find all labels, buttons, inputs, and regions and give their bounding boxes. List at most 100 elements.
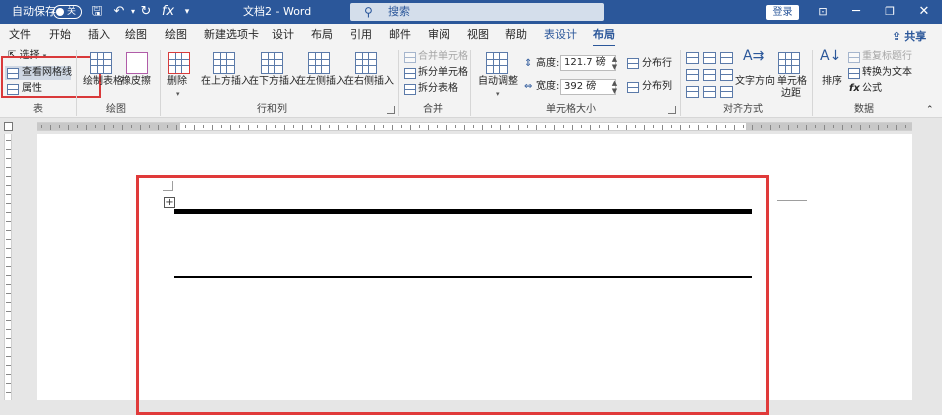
ruler-tick: [6, 347, 11, 348]
margin-corner-top-right: [777, 200, 807, 210]
width-input[interactable]: 392 磅: [560, 79, 616, 95]
align-top-center-icon[interactable]: [703, 52, 716, 64]
tab-draw-2[interactable]: 绘图: [165, 28, 187, 42]
height-icon: ⇕: [524, 58, 533, 69]
split-cells-button[interactable]: 拆分单元格: [418, 67, 468, 79]
ruler-tick: [446, 125, 447, 130]
tab-file[interactable]: 文件: [9, 28, 31, 42]
ruler-tick: [545, 125, 546, 128]
align-top-left-icon[interactable]: [686, 52, 699, 64]
properties-button[interactable]: 属性: [22, 83, 42, 95]
horizontal-ruler[interactable]: [0, 119, 942, 134]
share-button[interactable]: ⇪ 共享: [892, 28, 926, 44]
distribute-columns-button[interactable]: 分布列: [642, 81, 672, 93]
search-box[interactable]: ⚲ 搜索: [350, 3, 604, 21]
separator: [470, 50, 471, 116]
align-top-right-icon[interactable]: [720, 52, 733, 64]
tab-mailings[interactable]: 邮件: [389, 28, 411, 42]
distribute-rows-button[interactable]: 分布行: [642, 58, 672, 70]
ruler-tick: [752, 125, 753, 130]
cursor-icon: ⇱: [8, 50, 17, 61]
align-bottom-right-icon[interactable]: [720, 86, 733, 98]
ruler-tick: [833, 125, 834, 128]
eraser-button[interactable]: 橡皮擦: [121, 76, 151, 88]
cell-margins-button-line1[interactable]: 单元格: [777, 76, 807, 88]
ruler-tick: [113, 125, 114, 128]
text-direction-button[interactable]: 文字方向: [735, 76, 775, 88]
align-bottom-left-icon[interactable]: [686, 86, 699, 98]
ribbon-display-icon[interactable]: ⊡: [815, 4, 831, 20]
height-spinner[interactable]: ▲ ▼: [610, 55, 619, 71]
vertical-ruler[interactable]: [0, 134, 15, 400]
select-button[interactable]: ⇱ 选择 ▾: [8, 50, 46, 62]
tab-references[interactable]: 引用: [350, 28, 372, 42]
merge-cells-button[interactable]: 合并单元格: [418, 51, 468, 63]
insert-left-button[interactable]: 在左侧插入: [296, 76, 346, 88]
ruler-tick: [167, 125, 168, 128]
ruler-tick: [842, 125, 843, 130]
minimize-icon[interactable]: ─: [848, 4, 864, 20]
tab-insert[interactable]: 插入: [88, 28, 110, 42]
insert-above-button[interactable]: 在上方插入: [201, 76, 251, 88]
autofit-button[interactable]: 自动调整: [478, 76, 518, 88]
tab-layout[interactable]: 布局: [311, 28, 333, 42]
tab-review[interactable]: 审阅: [428, 28, 450, 42]
collapse-ribbon-icon[interactable]: ⌃: [926, 104, 934, 116]
tab-design[interactable]: 设计: [272, 28, 294, 42]
ruler-tick: [122, 125, 123, 130]
customize-qat-icon[interactable]: ▾: [179, 4, 195, 20]
width-spinner[interactable]: ▲ ▼: [610, 79, 619, 95]
height-label: 高度:: [536, 58, 560, 69]
autofit-dropdown-icon[interactable]: ▾: [496, 88, 500, 100]
tab-home[interactable]: 开始: [49, 28, 71, 42]
height-input[interactable]: 121.7 磅: [560, 55, 616, 71]
ruler-tick: [194, 125, 195, 130]
ruler-tick: [6, 176, 11, 177]
title-bar: 自动保存 关 🖫 ↶ ▾ ↻ fx ▾ 文档2 - Word ⚲ 搜索 登录 ⊡…: [0, 0, 942, 24]
ruler-tick: [851, 125, 852, 128]
split-cells-icon: [404, 68, 416, 79]
restore-icon[interactable]: ❐: [882, 4, 898, 20]
tab-table-layout[interactable]: 布局: [593, 28, 615, 47]
draw-table-button[interactable]: 绘制表格: [83, 76, 123, 88]
table-move-handle-icon[interactable]: +: [164, 197, 175, 208]
group-label-data: 数据: [854, 104, 874, 115]
align-middle-right-icon[interactable]: [720, 69, 733, 81]
formula-button[interactable]: 公式: [862, 83, 882, 95]
ruler-tick: [779, 125, 780, 128]
group-label-rows-columns: 行和列: [257, 104, 287, 115]
autosave-toggle[interactable]: 关: [53, 5, 82, 19]
align-center-icon[interactable]: [703, 69, 716, 81]
redo-icon[interactable]: ↻: [138, 4, 154, 20]
tab-view[interactable]: 视图: [467, 28, 489, 42]
formula-quick-icon[interactable]: fx: [160, 4, 176, 20]
close-icon[interactable]: ✕: [916, 4, 932, 20]
sort-button[interactable]: 排序: [822, 76, 842, 88]
insert-below-button[interactable]: 在下方插入: [249, 76, 299, 88]
convert-to-text-button[interactable]: 转换为文本: [862, 67, 912, 79]
ruler-tick: [6, 212, 11, 213]
ribbon-layout-panel: ⇱ 选择 ▾ 查看网格线 属性 表 绘制表格 橡皮擦 绘图 删除 ▾ 在上方插入…: [0, 46, 942, 118]
cell-margins-button-line2[interactable]: 边距: [781, 88, 801, 100]
tab-stop-selector-icon[interactable]: [4, 122, 13, 131]
align-bottom-center-icon[interactable]: [703, 86, 716, 98]
save-icon[interactable]: 🖫: [89, 4, 105, 20]
login-button[interactable]: 登录: [766, 5, 799, 20]
cell-size-launcher-icon[interactable]: [668, 106, 676, 114]
table-top-border[interactable]: [174, 209, 752, 214]
document-page[interactable]: +: [37, 134, 912, 415]
repeat-header-button[interactable]: 重复标题行: [862, 51, 912, 63]
tab-new-tab[interactable]: 新建选项卡: [204, 28, 259, 42]
delete-button[interactable]: 删除: [167, 76, 187, 88]
delete-dropdown-icon[interactable]: ▾: [176, 88, 180, 100]
insert-right-button[interactable]: 在右侧插入: [344, 76, 394, 88]
tab-table-design[interactable]: 表设计: [544, 28, 577, 42]
view-gridlines-button[interactable]: 查看网格线: [22, 67, 72, 79]
align-middle-left-icon[interactable]: [686, 69, 699, 81]
table-row-border[interactable]: [174, 276, 752, 278]
tab-draw[interactable]: 绘图: [125, 28, 147, 42]
rows-cols-launcher-icon[interactable]: [387, 106, 395, 114]
tab-help[interactable]: 帮助: [505, 28, 527, 42]
split-table-button[interactable]: 拆分表格: [418, 83, 458, 95]
ruler-tick: [6, 203, 11, 204]
